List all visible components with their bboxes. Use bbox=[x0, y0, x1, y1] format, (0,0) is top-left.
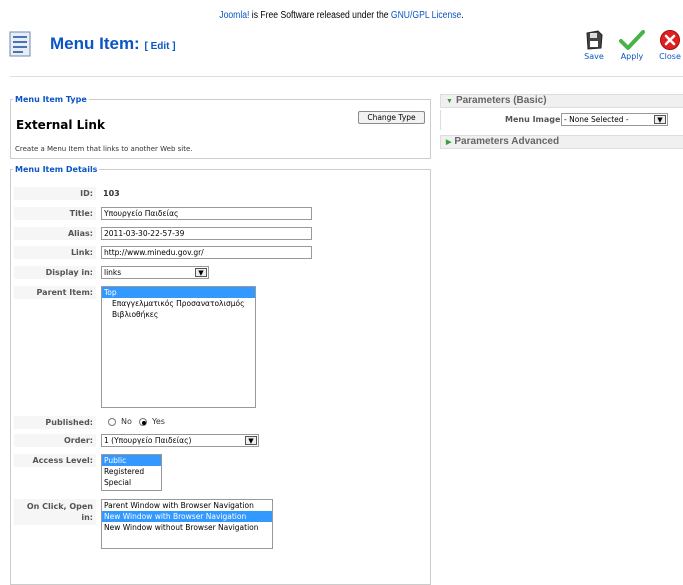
id-value: 103 bbox=[103, 189, 120, 198]
access-level-option[interactable]: Special bbox=[102, 477, 161, 488]
change-type-button[interactable]: Change Type bbox=[358, 111, 425, 124]
apply-label: Apply bbox=[620, 52, 644, 61]
published-no-radio[interactable] bbox=[108, 418, 116, 426]
menu-image-value: - None Selected - bbox=[564, 115, 629, 124]
display-in-value: links bbox=[104, 268, 122, 277]
chevron-down-icon: ▼ bbox=[195, 268, 207, 277]
order-select[interactable]: 1 (Υπουργείο Παιδείας) ▼ bbox=[101, 434, 259, 447]
link-label: Link: bbox=[14, 246, 96, 259]
page-title-text: Menu Item: bbox=[50, 34, 140, 53]
parameters-advanced-header[interactable]: ▶ Parameters Advanced bbox=[440, 135, 683, 149]
chevron-down-icon: ▼ bbox=[245, 436, 257, 445]
alias-label: Alias: bbox=[14, 227, 96, 240]
save-label: Save bbox=[584, 52, 604, 61]
access-level-listbox[interactable]: Public Registered Special bbox=[101, 454, 162, 491]
access-level-label: Access Level: bbox=[14, 454, 96, 467]
menu-item-type-name: External Link bbox=[16, 118, 105, 132]
alias-field[interactable]: 2011-03-30-22-57-39 bbox=[101, 227, 312, 240]
parent-item-label: Parent Item: bbox=[14, 286, 96, 299]
access-level-option[interactable]: Public bbox=[102, 455, 161, 466]
page-title: Menu Item: [ Edit ] bbox=[50, 34, 176, 54]
parameters-basic-header[interactable]: ▼ Parameters (Basic) bbox=[440, 94, 683, 108]
menu-item-type-description: Create a Menu Item that links to another… bbox=[15, 145, 193, 153]
checkmark-icon bbox=[619, 30, 645, 50]
save-button[interactable]: Save bbox=[576, 29, 612, 67]
menu-item-details-legend: Menu Item Details bbox=[15, 165, 98, 174]
parent-item-option[interactable]: Βιβλιοθήκες bbox=[102, 309, 255, 320]
title-field[interactable]: Υπουργείο Παιδείας bbox=[101, 207, 312, 220]
published-no-label: No bbox=[121, 417, 132, 426]
menu-image-label: Menu Image bbox=[505, 115, 561, 124]
on-click-open-option[interactable]: New Window with Browser Navigation bbox=[102, 511, 272, 522]
order-value: 1 (Υπουργείο Παιδείας) bbox=[104, 436, 192, 445]
on-click-open-option[interactable]: Parent Window with Browser Navigation bbox=[102, 500, 272, 511]
joomla-link[interactable]: Joomla! bbox=[219, 10, 249, 21]
chevron-down-icon: ▼ bbox=[654, 115, 666, 124]
published-yes-radio[interactable] bbox=[139, 418, 147, 426]
page-subtitle: [ Edit ] bbox=[144, 41, 176, 52]
menu-image-select[interactable]: - None Selected - ▼ bbox=[561, 113, 668, 126]
apply-button[interactable]: Apply bbox=[614, 29, 650, 67]
parent-item-option[interactable]: Επαγγελματικός Προσανατολισμός bbox=[102, 298, 255, 309]
display-in-label: Display in: bbox=[14, 266, 96, 279]
access-level-option[interactable]: Registered bbox=[102, 466, 161, 477]
menu-item-header-icon bbox=[9, 31, 35, 59]
license-notice: Joomla! is Free Software released under … bbox=[48, 10, 635, 21]
published-label: Published: bbox=[14, 416, 96, 429]
save-icon bbox=[586, 30, 603, 50]
gpl-license-link[interactable]: GNU/GPL License bbox=[391, 10, 461, 21]
display-in-select[interactable]: links ▼ bbox=[101, 266, 209, 279]
published-yes-label: Yes bbox=[152, 417, 165, 426]
license-period: . bbox=[461, 10, 464, 21]
link-field[interactable]: http://www.minedu.gov.gr/ bbox=[101, 246, 312, 259]
parent-item-listbox[interactable]: Top Επαγγελματικός Προσανατολισμός Βιβλι… bbox=[101, 286, 256, 408]
on-click-open-label-line2: in: bbox=[81, 513, 93, 522]
close-icon bbox=[660, 30, 680, 50]
order-label: Order: bbox=[14, 434, 96, 447]
license-text: is Free Software released under the bbox=[249, 10, 391, 21]
parameters-basic-title: Parameters (Basic) bbox=[455, 95, 547, 106]
title-label: Title: bbox=[14, 207, 96, 220]
close-button[interactable]: Close bbox=[652, 29, 683, 67]
on-click-open-listbox[interactable]: Parent Window with Browser Navigation Ne… bbox=[101, 499, 273, 549]
menu-item-type-legend: Menu Item Type bbox=[15, 95, 87, 104]
id-label: ID: bbox=[14, 187, 96, 200]
on-click-open-label-line1: On Click, Open bbox=[26, 502, 93, 511]
on-click-open-label: On Click, Open in: bbox=[14, 499, 96, 525]
close-label: Close bbox=[659, 52, 681, 61]
triangle-down-icon: ▼ bbox=[446, 98, 453, 105]
parent-item-option[interactable]: Top bbox=[102, 287, 255, 298]
on-click-open-option[interactable]: New Window without Browser Navigation bbox=[102, 522, 272, 533]
triangle-right-icon: ▶ bbox=[446, 139, 452, 146]
toolbar-divider bbox=[10, 76, 683, 77]
parameters-advanced-title: Parameters Advanced bbox=[454, 136, 560, 147]
